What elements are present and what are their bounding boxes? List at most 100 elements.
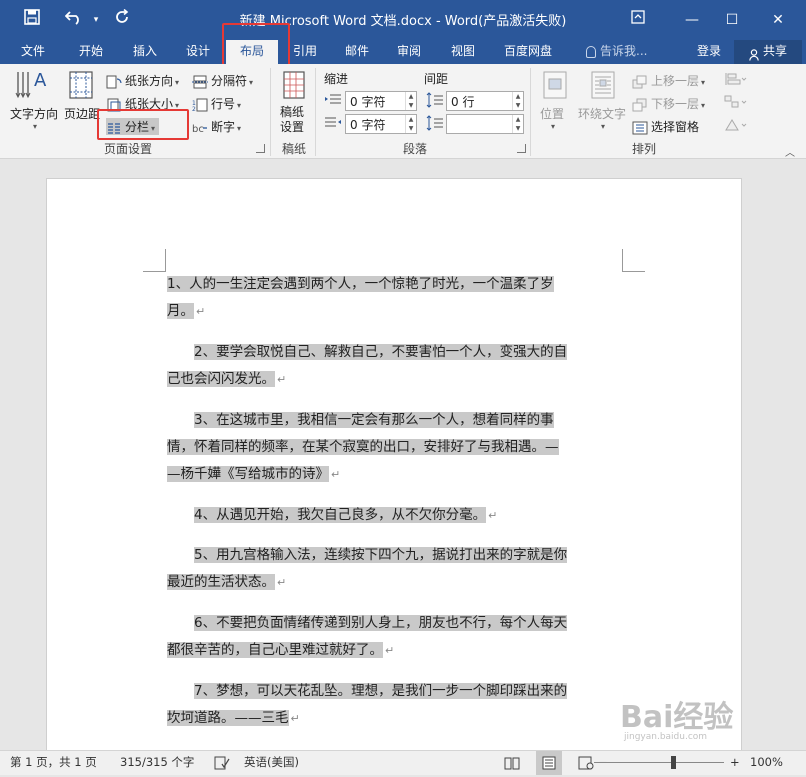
- document-paragraph[interactable]: 4、从遇见开始，我欠自己良多，从不欠你分毫。 ↵: [167, 502, 621, 529]
- maximize-button[interactable]: ☐: [718, 6, 746, 34]
- document-paragraph[interactable]: 2、要学会取悦自己、解救自己，不要害怕一个人，变强大的自 己也会闪闪发光。 ↵: [167, 339, 621, 393]
- undo-icon[interactable]: [62, 8, 86, 32]
- selected-text: 己也会闪闪发光。: [167, 371, 275, 387]
- share-button[interactable]: 共享: [734, 40, 802, 64]
- send-backward-button[interactable]: 下移一层 ▾: [632, 95, 705, 112]
- rotate-icon[interactable]: [724, 118, 748, 135]
- line-numbers-button[interactable]: 1 2 行号 ▾: [192, 95, 241, 113]
- document-paragraph[interactable]: 1、人的一生注定会遇到两个人，一个惊艳了时光，一个温柔了岁 月。 ↵: [167, 271, 621, 325]
- indent-left-input[interactable]: 0 字符 ▲ ▼: [345, 91, 417, 111]
- indent-right-icon: [324, 116, 342, 133]
- indent-right-input[interactable]: 0 字符 ▲ ▼: [345, 114, 417, 134]
- draft-paper-icon[interactable]: [282, 70, 306, 103]
- paragraph-line: 都很辛苦的，自己心里难过就好了。 ↵: [167, 637, 621, 664]
- ribbon-panel: A 文字方向 ▾ 页边距 纸张方向 ▾ 纸张大小 ▾ 分栏 ▾ 分隔符 ▾ 1 2 行号 ▾ b…: [0, 64, 806, 159]
- arrange-group-label: 排列: [631, 142, 656, 156]
- document-page[interactable]: 1、人的一生注定会遇到两个人，一个惊艳了时光，一个温柔了岁 月。 ↵ 2、要学会取悦自…: [46, 178, 742, 750]
- paragraph-mark-icon: ↵: [290, 712, 300, 725]
- selected-text: 7、梦想，可以天花乱坠。理想，是我们一步一个脚印踩出来的: [194, 683, 568, 699]
- tab-mailings[interactable]: 邮件: [334, 40, 380, 64]
- tab-design[interactable]: 设计: [175, 40, 221, 64]
- proofing-icon[interactable]: [214, 751, 230, 775]
- text-direction-icon[interactable]: A: [14, 70, 50, 103]
- selected-text: 3、在这城市里，我相信一定会有那么一个人，想着同样的事: [194, 412, 554, 428]
- zoom-level[interactable]: 100%: [750, 751, 783, 775]
- zoom-slider[interactable]: [594, 762, 724, 763]
- document-paragraph[interactable]: 7、梦想，可以天花乱坠。理想，是我们一步一个脚印踩出来的坎坷道路。——三毛 ↵: [167, 678, 621, 732]
- selection-pane-button[interactable]: 选择窗格: [632, 118, 699, 135]
- wrap-text-button[interactable]: 环绕文字 ▾: [578, 105, 626, 131]
- paragraph-mark-icon: ↵: [331, 468, 341, 481]
- breaks-label: 分隔符: [211, 74, 248, 88]
- group-divider: [270, 68, 271, 156]
- bring-forward-button[interactable]: 上移一层 ▾: [632, 72, 705, 89]
- svg-text:bc: bc: [192, 124, 204, 135]
- redo-icon[interactable]: [110, 8, 134, 32]
- hyphenation-button[interactable]: bc 断字 ▾: [192, 118, 241, 135]
- tab-home[interactable]: 开始: [68, 40, 114, 64]
- selection-pane-label: 选择窗格: [651, 120, 700, 134]
- language-indicator[interactable]: 英语(美国): [244, 751, 299, 775]
- tab-review[interactable]: 审阅: [386, 40, 432, 64]
- collapse-ribbon-icon[interactable]: ︿: [785, 144, 795, 159]
- position-icon[interactable]: [542, 70, 568, 103]
- title-bar: 新建 Microsoft Word 文档.docx - Word(产品激活失败)…: [0, 0, 806, 40]
- bring-forward-label: 上移一层: [651, 74, 700, 88]
- undo-dropdown-icon[interactable]: ▾: [84, 8, 108, 32]
- paragraph-line: 坎坷道路。——三毛 ↵: [167, 705, 621, 732]
- page-count[interactable]: 第 1 页，共 1 页: [10, 751, 97, 775]
- align-icon[interactable]: [724, 72, 748, 89]
- margins-icon[interactable]: [68, 70, 94, 103]
- hyphenation-icon: bc: [192, 121, 208, 135]
- tab-file[interactable]: 文件: [10, 40, 56, 64]
- spacing-before-value: 0 行: [451, 95, 475, 109]
- wrap-text-icon[interactable]: [590, 70, 616, 103]
- zoom-out-button[interactable]: −: [598, 751, 608, 775]
- document-paragraph[interactable]: 3、在这城市里，我相信一定会有那么一个人，想着同样的事情，怀着同样的频率，在某个…: [167, 407, 621, 488]
- close-button[interactable]: ✕: [764, 6, 792, 34]
- web-layout-icon[interactable]: [578, 751, 594, 775]
- minimize-button[interactable]: —: [678, 6, 706, 34]
- vertical-scrollbar[interactable]: [798, 159, 806, 750]
- paragraph-launcher-icon[interactable]: [517, 144, 526, 153]
- selected-text: 都很辛苦的，自己心里难过就好了。: [167, 642, 383, 658]
- spinner-arrows-icon[interactable]: ▲ ▼: [512, 92, 523, 110]
- tab-insert[interactable]: 插入: [122, 40, 168, 64]
- paragraph-line: 5、用九宫格输入法，连续按下四个九，据说打出来的字就是你: [167, 542, 621, 569]
- text-direction-button[interactable]: 文字方向 ▾: [10, 105, 58, 131]
- word-count[interactable]: 315/315 个字: [120, 751, 194, 775]
- spinner-arrows-icon[interactable]: ▲ ▼: [405, 115, 416, 133]
- paragraph-line: 情，怀着同样的频率，在某个寂寞的出口，安排好了与我相遇。—: [167, 434, 621, 461]
- person-icon: [749, 46, 759, 61]
- document-paragraph[interactable]: 6、不要把负面情绪传递到别人身上，朋友也不行，每个人每天 都很辛苦的，自己心里难过…: [167, 610, 621, 664]
- spacing-before-input[interactable]: 0 行 ▲ ▼: [446, 91, 524, 111]
- indent-left-value: 0 字符: [350, 95, 386, 109]
- orientation-button[interactable]: 纸张方向 ▾: [106, 72, 179, 89]
- selected-text: 坎坷道路。——三毛: [167, 710, 289, 726]
- position-button[interactable]: 位置 ▾: [540, 105, 564, 131]
- read-mode-icon[interactable]: [504, 751, 520, 775]
- tab-baidu-netdisk[interactable]: 百度网盘: [496, 40, 560, 64]
- orientation-icon: [106, 75, 122, 89]
- spinner-arrows-icon[interactable]: ▲ ▼: [405, 92, 416, 110]
- group-icon[interactable]: [724, 95, 748, 112]
- breaks-button[interactable]: 分隔符 ▾: [192, 72, 253, 89]
- document-paragraph[interactable]: 5、用九宫格输入法，连续按下四个九，据说打出来的字就是你 最近的生活状态。 ↵: [167, 542, 621, 596]
- draft-settings-label-2: 设置: [280, 120, 305, 134]
- chevron-down-icon: ▾: [175, 78, 180, 87]
- chevron-down-icon: ▾: [551, 122, 556, 131]
- share-label: 共享: [762, 44, 787, 58]
- spinner-arrows-icon[interactable]: ▲ ▼: [512, 115, 523, 133]
- save-icon[interactable]: [20, 8, 44, 32]
- ribbon-display-icon[interactable]: [624, 6, 652, 34]
- page-setup-launcher-icon[interactable]: [256, 144, 265, 153]
- zoom-slider-thumb[interactable]: [671, 756, 676, 769]
- login-button[interactable]: 登录: [697, 40, 721, 64]
- draft-settings-button[interactable]: 稿纸 设置: [280, 105, 304, 135]
- zoom-in-button[interactable]: +: [730, 751, 740, 775]
- tab-view[interactable]: 视图: [440, 40, 486, 64]
- margins-button[interactable]: 页边距: [64, 105, 100, 122]
- spacing-after-input[interactable]: ▲ ▼: [446, 114, 524, 134]
- print-layout-icon[interactable]: [536, 751, 562, 775]
- tell-me-search[interactable]: 告诉我...: [586, 40, 647, 64]
